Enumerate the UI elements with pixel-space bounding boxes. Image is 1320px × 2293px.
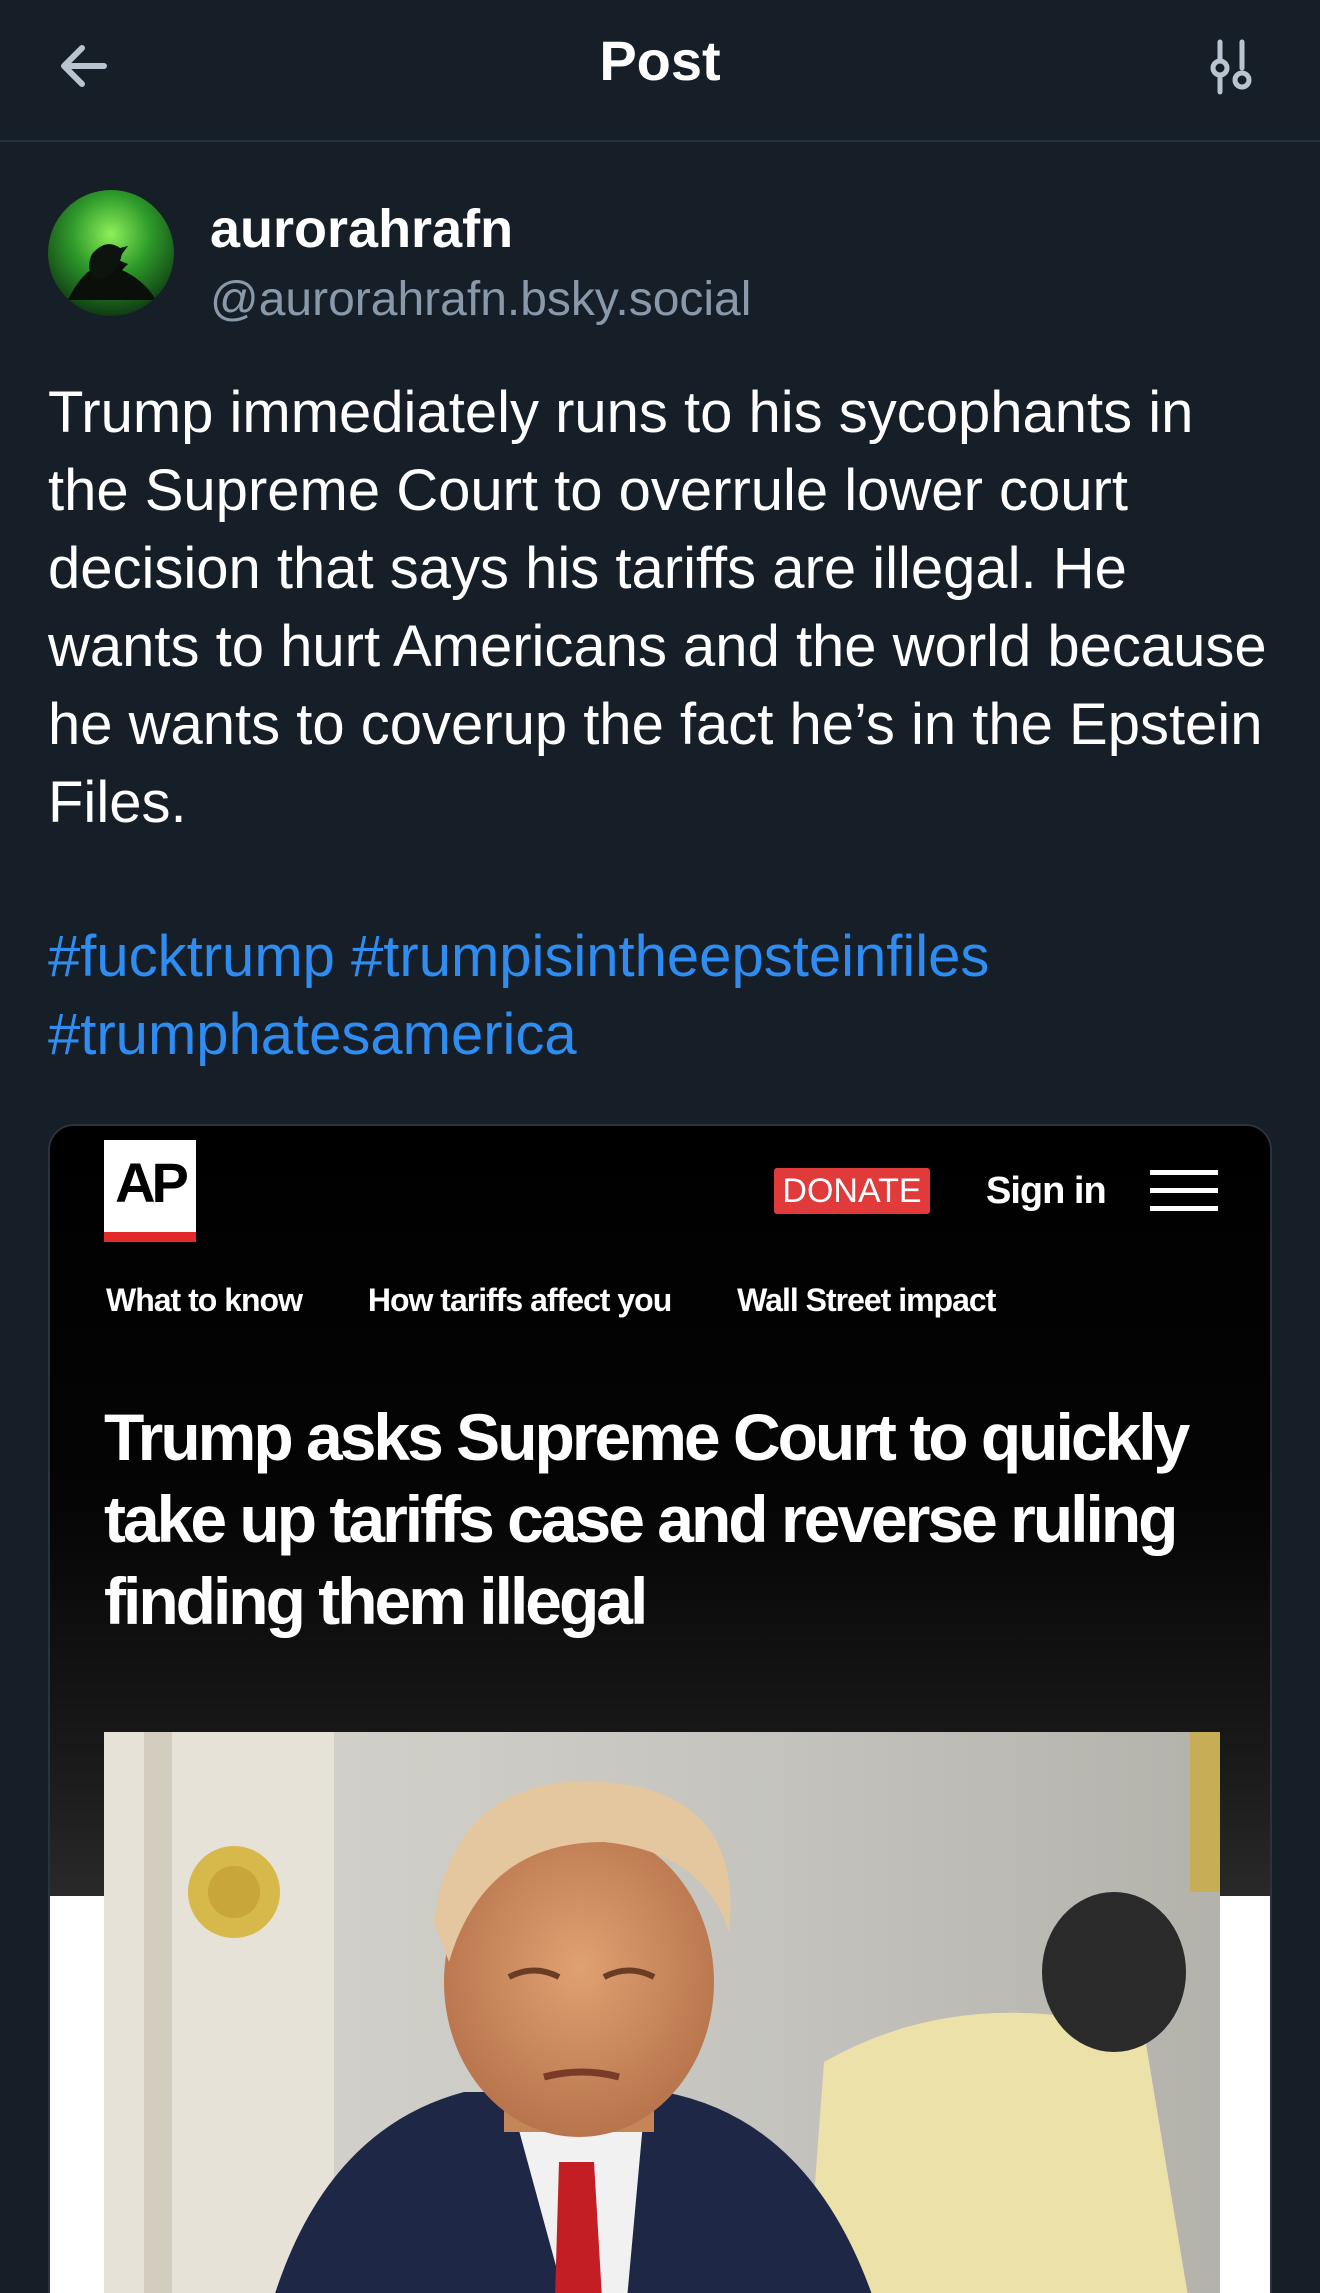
article-photo — [104, 1732, 1220, 2293]
hashtags: #fucktrump #trumpisintheepsteinfiles #tr… — [48, 918, 1278, 1074]
sign-in-link: Sign in — [986, 1170, 1107, 1212]
portrait-photo — [104, 1732, 1220, 2293]
hashtag-link[interactable]: #trumphatesamerica — [48, 1002, 577, 1067]
page-title: Post — [599, 29, 721, 92]
article-headline: Trump asks Supreme Court to quickly take… — [104, 1400, 1190, 1638]
embedded-image[interactable]: AP DONATE Sign in What to know How tarif… — [48, 1124, 1272, 2293]
post-text: Trump immediately runs to his sycophants… — [48, 380, 1267, 835]
top-bar: Post — [0, 0, 1320, 142]
nav-link-wall-street: Wall Street impact — [737, 1282, 996, 1318]
avatar[interactable] — [48, 190, 174, 316]
ap-logo: AP — [104, 1140, 196, 1242]
sliders-icon — [1210, 39, 1252, 95]
nav-link-what-to-know: What to know — [106, 1282, 303, 1318]
article-nav: What to know How tariffs affect you Wall… — [106, 1282, 1053, 1319]
hashtag-link[interactable]: #trumpisintheepsteinfiles — [351, 924, 989, 989]
post-screen: Post aurorahrafn @aurorahrafn.bsky.socia… — [0, 0, 1320, 2293]
thread-settings-button[interactable] — [1192, 28, 1272, 108]
author-handle[interactable]: @aurorahrafn.bsky.social — [210, 272, 751, 327]
author-display-name[interactable]: aurorahrafn — [210, 198, 513, 260]
raven-aurora-avatar — [48, 190, 174, 316]
nav-link-tariffs: How tariffs affect you — [367, 1282, 672, 1318]
hashtag-link[interactable]: #fucktrump — [48, 924, 335, 989]
hamburger-menu-icon — [1150, 1170, 1218, 1211]
donate-button: DONATE — [774, 1168, 930, 1214]
